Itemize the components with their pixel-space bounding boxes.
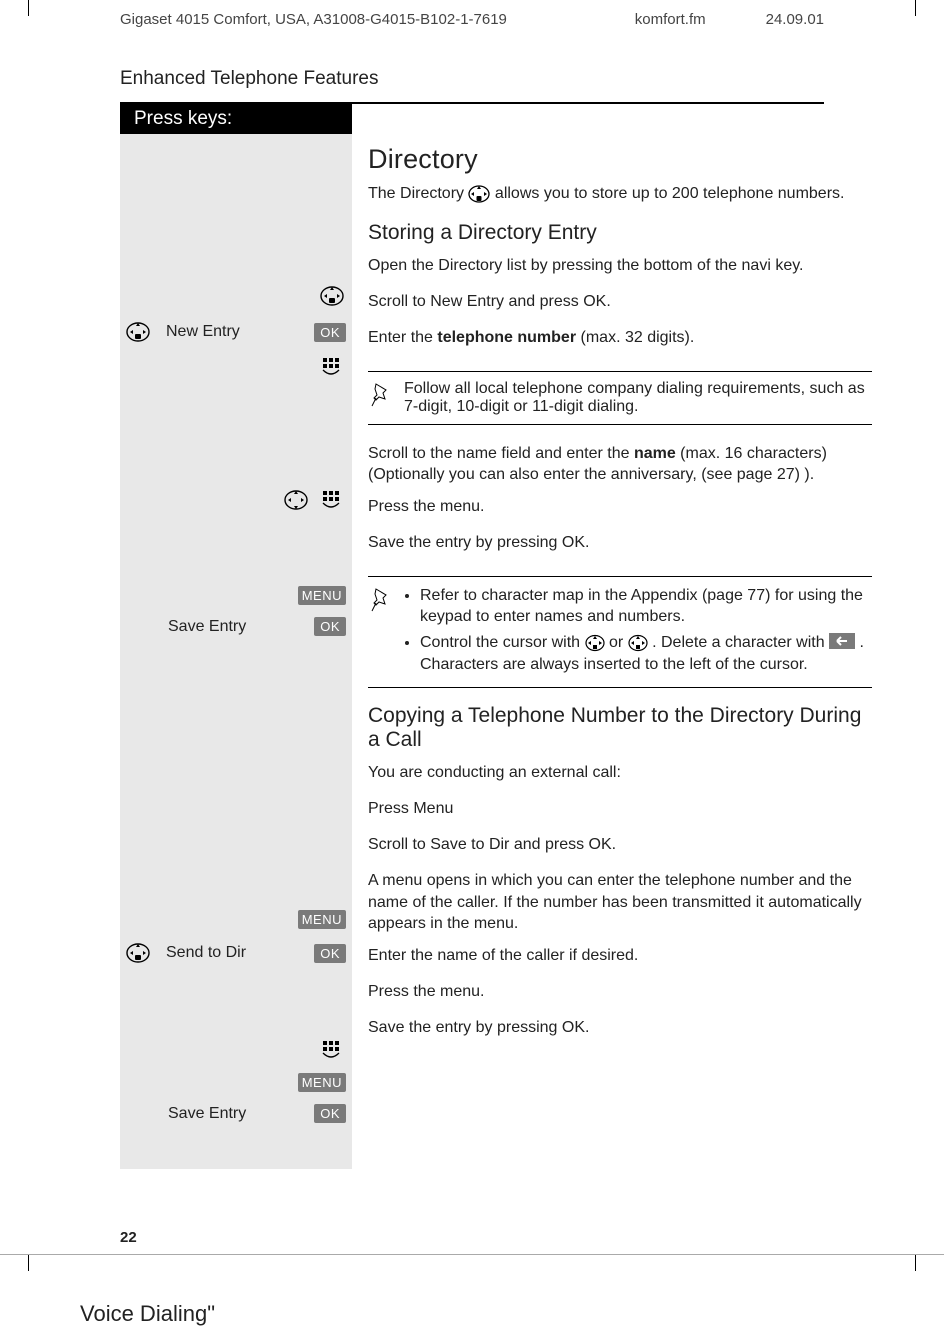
text: Control the cursor with: [420, 634, 585, 651]
text-bold: name: [634, 445, 676, 462]
text: (Optionally you can also enter the anniv…: [368, 466, 814, 483]
left-column: New Entry OK MENU Save Entry OK: [120, 134, 352, 1169]
press-keys-header: Press keys:: [120, 104, 352, 134]
navi-key-icon: [318, 284, 346, 308]
navi-key-icon: [628, 634, 648, 652]
keypad-icon: [318, 1039, 346, 1061]
left-row-keypad: [120, 350, 352, 384]
navi-key-icon: [468, 184, 490, 204]
menu-badge: MENU: [298, 1073, 346, 1092]
section-title: Enhanced Telephone Features: [120, 68, 944, 90]
left-row-menu: MENU: [120, 580, 352, 611]
left-row-navi-keypad: [120, 482, 352, 518]
left-row-new-entry: New Entry OK: [120, 314, 352, 350]
meta-date: 24.09.01: [766, 11, 824, 28]
step-text: Press the menu.: [368, 979, 872, 1009]
step-text: Scroll to Save to Dir and press OK.: [368, 832, 872, 862]
text: or: [609, 634, 628, 651]
note-bullet: Control the cursor with or . Delete a ch…: [420, 632, 872, 675]
left-label-new-entry: New Entry: [160, 323, 306, 341]
menu-badge: MENU: [298, 910, 346, 929]
ok-badge: OK: [314, 617, 346, 636]
note-text: Follow all local telephone company diali…: [404, 380, 865, 415]
left-row-keypad: [120, 1033, 352, 1067]
note-bullet: Refer to character map in the Appendix (…: [420, 585, 872, 628]
keypad-icon: [318, 489, 346, 511]
text: allows you to store up to 200 telephone …: [495, 185, 845, 202]
heading-copy: Copying a Telephone Number to the Direct…: [368, 704, 872, 752]
text: Scroll to the name field and enter the: [368, 445, 634, 462]
text: (max. 32 digits).: [576, 329, 694, 346]
navi-key-icon: [124, 320, 152, 344]
text: The Directory: [368, 185, 468, 202]
text: . Delete a character with: [652, 634, 829, 651]
ok-badge: OK: [314, 323, 346, 342]
meta-product: Gigaset 4015 Comfort, USA, A31008-G4015-…: [120, 11, 575, 28]
step-text: Open the Directory list by pressing the …: [368, 253, 872, 283]
navi-key-icon: [124, 941, 152, 965]
ok-badge: OK: [314, 1104, 346, 1123]
keypad-icon: [318, 356, 346, 378]
left-row-send-to-dir: Send to Dir OK: [120, 935, 352, 971]
step-text: Save the entry by pressing OK.: [368, 530, 872, 560]
step-text: Press the menu.: [368, 494, 872, 524]
navi-key-icon: [585, 634, 605, 652]
step-text: Enter the telephone number (max. 32 digi…: [368, 325, 872, 355]
heading-directory: Directory: [368, 144, 872, 175]
text: Enter the: [368, 329, 437, 346]
ok-badge: OK: [314, 944, 346, 963]
meta-file: komfort.fm: [635, 11, 706, 28]
step-text: You are conducting an external call:: [368, 760, 872, 790]
navi-key-icon: [282, 488, 310, 512]
text: (max. 16 characters): [676, 445, 827, 462]
left-label-send-to-dir: Send to Dir: [160, 944, 306, 962]
text-bold: telephone number: [437, 329, 576, 346]
pushpin-icon: [370, 585, 394, 613]
heading-storing: Storing a Directory Entry: [368, 221, 872, 245]
step-text: Scroll to New Entry and press OK.: [368, 289, 872, 319]
pushpin-icon: [370, 380, 394, 408]
page-number: 22: [0, 1169, 944, 1246]
header-meta: Gigaset 4015 Comfort, USA, A31008-G4015-…: [0, 1, 944, 28]
menu-badge: MENU: [298, 586, 346, 605]
intro-paragraph: The Directory allows you to store up to …: [368, 183, 872, 205]
left-row-menu: MENU: [120, 904, 352, 935]
back-key-icon: [829, 633, 855, 649]
step-text: Press Menu: [368, 796, 872, 826]
step-text: Save the entry by pressing OK.: [368, 1015, 872, 1045]
footer-title: Voice Dialing": [0, 1271, 944, 1327]
note-box: Refer to character map in the Appendix (…: [368, 576, 872, 688]
left-row-menu: MENU: [120, 1067, 352, 1098]
right-column: Directory The Directory allows you to st…: [352, 134, 874, 1169]
step-text: A menu opens in which you can enter the …: [368, 868, 872, 937]
left-row-navi: [120, 278, 352, 314]
note-box: Follow all local telephone company diali…: [368, 371, 872, 425]
left-label-save-entry: Save Entry: [132, 1105, 306, 1123]
crop-marks-bottom: [0, 1255, 944, 1271]
left-row-save-entry: Save Entry OK: [120, 611, 352, 642]
left-label-save-entry: Save Entry: [132, 618, 306, 636]
left-row-save-entry: Save Entry OK: [120, 1098, 352, 1129]
step-text: Scroll to the name field and enter the n…: [368, 441, 872, 488]
step-text: Enter the name of the caller if desired.: [368, 943, 872, 973]
